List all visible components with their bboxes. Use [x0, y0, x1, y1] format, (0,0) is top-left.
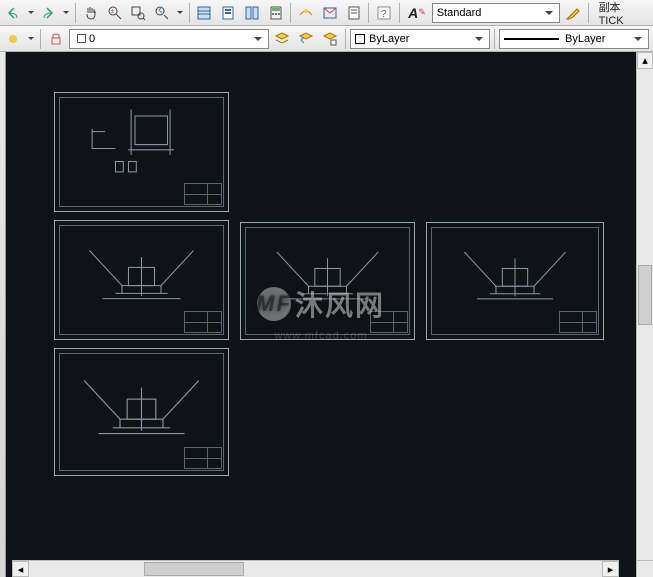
- redo-button[interactable]: [38, 2, 60, 24]
- quickcalc-button[interactable]: [343, 2, 365, 24]
- toolbar-row-2: 0 ByLayer ByLayer: [0, 26, 653, 52]
- title-block: [184, 447, 222, 469]
- tool-palettes-button[interactable]: [241, 2, 263, 24]
- calculator-button[interactable]: [265, 2, 287, 24]
- drawing-content: [65, 231, 218, 309]
- svg-text:±: ±: [111, 9, 115, 15]
- layer-swatch: [77, 34, 86, 43]
- linetype-sample: [504, 38, 559, 40]
- linetype-combo[interactable]: ByLayer: [499, 29, 649, 49]
- separator: [368, 3, 369, 23]
- chevron-down-icon: [252, 33, 264, 45]
- layer-properties-button[interactable]: [319, 28, 341, 50]
- layer-color-combo[interactable]: ByLayer: [350, 29, 490, 49]
- layer-name-value: ByLayer: [369, 33, 409, 45]
- annotation-label: 副本TICK: [593, 0, 651, 27]
- separator: [189, 3, 190, 23]
- separator: [345, 29, 346, 49]
- drawing-sheet[interactable]: [54, 348, 229, 476]
- drawing-content: [251, 233, 404, 309]
- scroll-h-track[interactable]: [29, 561, 602, 577]
- toolbar-row-1: ± ? A✎ Standard 副本TICK: [0, 0, 653, 26]
- scroll-up-button[interactable]: ▴: [637, 52, 653, 69]
- title-block: [184, 311, 222, 333]
- drawing-sheet[interactable]: [426, 222, 604, 340]
- zoom-previous-button[interactable]: [151, 2, 173, 24]
- layer-lock-button[interactable]: [45, 28, 67, 50]
- scroll-h-thumb[interactable]: [144, 562, 244, 576]
- linetype-value: ByLayer: [565, 33, 605, 45]
- drawing-sheet[interactable]: [54, 220, 229, 340]
- title-block: [370, 311, 408, 333]
- text-style-combo[interactable]: Standard: [432, 3, 560, 23]
- drawing-sheet[interactable]: [54, 92, 229, 212]
- text-style-icon[interactable]: A✎: [404, 2, 430, 24]
- layer-index-combo[interactable]: 0: [69, 29, 269, 49]
- separator: [75, 3, 76, 23]
- separator: [588, 3, 589, 23]
- separator: [399, 3, 400, 23]
- layer-states-button[interactable]: [271, 28, 293, 50]
- redo-dropdown[interactable]: [61, 2, 71, 24]
- zoom-realtime-button[interactable]: ±: [104, 2, 126, 24]
- separator: [40, 29, 41, 49]
- scroll-v-thumb[interactable]: [638, 265, 652, 325]
- light-dropdown[interactable]: [26, 28, 36, 50]
- scroll-left-button[interactable]: ◂: [12, 561, 29, 577]
- drawing-sheet[interactable]: [240, 222, 415, 340]
- title-block: [184, 183, 222, 205]
- undo-button[interactable]: [2, 2, 24, 24]
- viewport: MF 沐风网 www.mfcad.com ◂ ▸ ▴ ▾: [0, 52, 653, 577]
- undo-dropdown[interactable]: [26, 2, 36, 24]
- text-edit-icon[interactable]: [562, 2, 584, 24]
- help-button[interactable]: ?: [373, 2, 395, 24]
- scroll-v-track[interactable]: [637, 69, 653, 560]
- scrollbar-horizontal[interactable]: ◂ ▸: [12, 560, 619, 577]
- chevron-down-icon: [543, 7, 555, 19]
- drawing-canvas[interactable]: MF 沐风网 www.mfcad.com ◂ ▸: [6, 52, 636, 577]
- markup-button[interactable]: [295, 2, 317, 24]
- scrollbar-vertical[interactable]: ▴ ▾: [636, 52, 653, 577]
- separator: [494, 29, 495, 49]
- layer-index-value: 0: [89, 33, 95, 45]
- scrollbar-corner: [636, 560, 653, 577]
- color-swatch: [355, 34, 365, 44]
- drawing-content: [65, 103, 218, 181]
- scroll-right-button[interactable]: ▸: [602, 561, 619, 577]
- light-button[interactable]: [2, 28, 24, 50]
- drawing-content: [437, 233, 593, 309]
- layer-previous-button[interactable]: [295, 28, 317, 50]
- pan-button[interactable]: [80, 2, 102, 24]
- separator: [290, 3, 291, 23]
- sun-icon: [5, 31, 21, 47]
- chevron-down-icon: [473, 33, 485, 45]
- text-style-value: Standard: [437, 7, 482, 19]
- chevron-down-icon: [632, 33, 644, 45]
- properties-button[interactable]: [194, 2, 216, 24]
- zoom-dropdown[interactable]: [175, 2, 185, 24]
- design-center-button[interactable]: [319, 2, 341, 24]
- svg-text:?: ?: [381, 9, 387, 20]
- drawing-content: [65, 359, 218, 445]
- sheet-set-button[interactable]: [217, 2, 239, 24]
- zoom-window-button[interactable]: [127, 2, 149, 24]
- title-block: [559, 311, 597, 333]
